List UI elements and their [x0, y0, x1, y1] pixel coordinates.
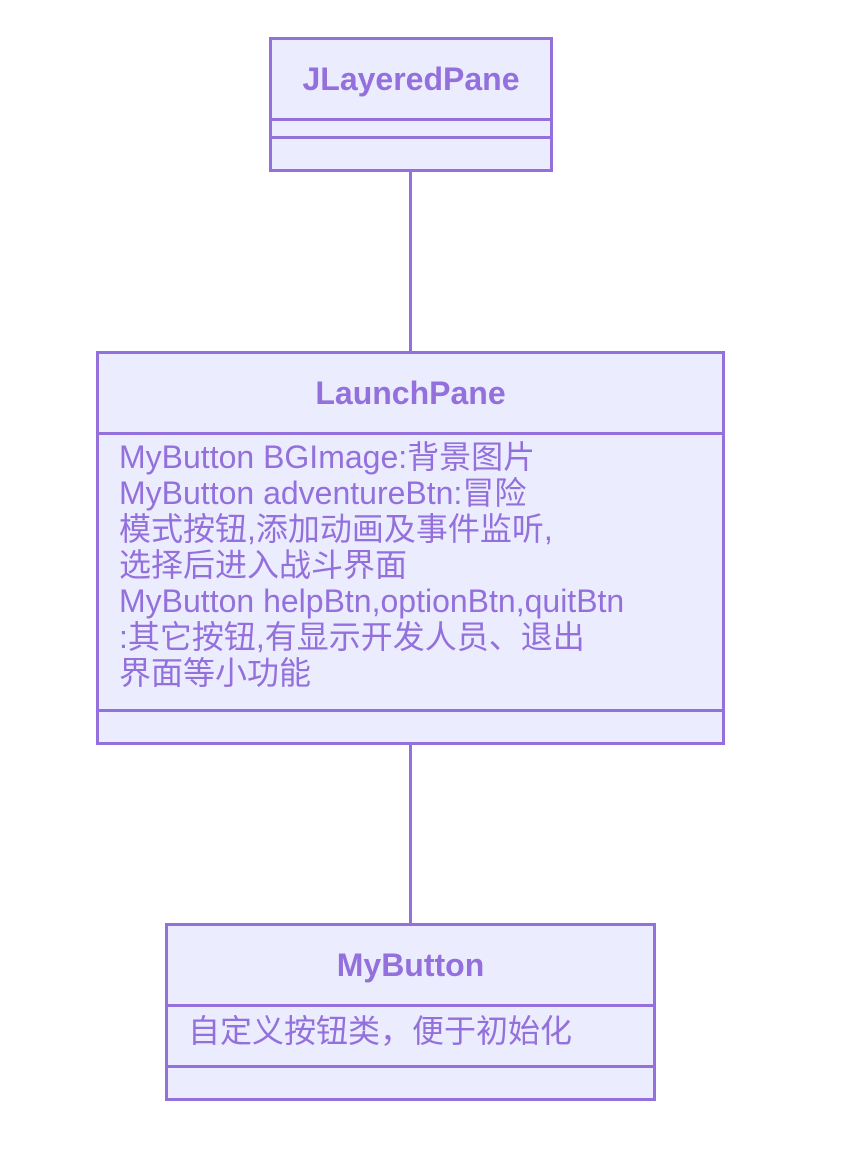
- attribute-line: MyButton helpBtn,optionBtn,quitBtn: [119, 583, 625, 619]
- attribute-line: 模式按钮,添加动画及事件监听,: [119, 511, 553, 547]
- class-jlayeredpane: JLayeredPane: [269, 37, 553, 172]
- attribute-line: 选择后进入战斗界面: [119, 547, 408, 583]
- attribute-line: 界面等小功能: [119, 655, 312, 691]
- attribute-line: MyButton BGImage:背景图片: [119, 439, 536, 475]
- edge-launchpane-mybutton: [409, 743, 412, 926]
- class-attributes: 自定义按钮类，便于初始化: [168, 1007, 653, 1068]
- attribute-line: MyButton adventureBtn:冒险: [119, 475, 527, 511]
- class-attributes: MyButton BGImage:背景图片 MyButton adventure…: [99, 435, 722, 712]
- attribute-line: 自定义按钮类，便于初始化: [188, 1013, 573, 1049]
- class-attributes: [272, 121, 550, 139]
- class-name: JLayeredPane: [272, 40, 550, 121]
- attribute-line: :其它按钮,有显示开发人员、退出: [119, 619, 585, 655]
- class-launchpane: LaunchPane MyButton BGImage:背景图片 MyButto…: [96, 351, 725, 745]
- class-mybutton: MyButton 自定义按钮类，便于初始化: [165, 923, 656, 1101]
- class-name: MyButton: [168, 926, 653, 1007]
- class-name: LaunchPane: [99, 354, 722, 435]
- edge-jlayeredpane-launchpane: [409, 170, 412, 353]
